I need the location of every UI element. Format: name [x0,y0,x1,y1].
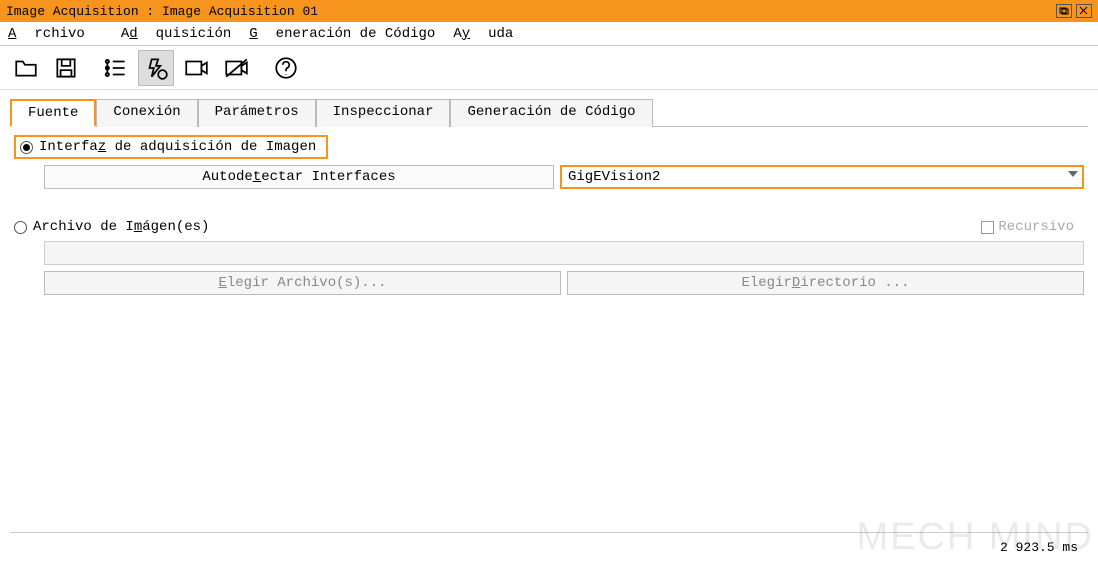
menu-generacion[interactable]: Generación de Código [249,26,435,42]
menu-archivo[interactable]: Archivo [8,26,103,42]
list-settings-icon[interactable] [98,50,134,86]
restore-icon[interactable] [1056,4,1072,18]
titlebar: Image Acquisition : Image Acquisition 01 [0,0,1098,22]
toolbar [0,46,1098,90]
menu-ayuda[interactable]: Ayuda [453,26,513,42]
window-title: Image Acquisition : Image Acquisition 01 [6,4,1052,19]
tab-inspeccionar[interactable]: Inspeccionar [316,99,451,127]
status-separator [10,532,1088,533]
tab-conexion[interactable]: Conexión [96,99,197,127]
radio-interface[interactable] [20,141,33,154]
radio-interface-label: Interfaz de adquisición de Imagen [39,139,316,155]
recursive-checkbox-wrap[interactable]: Recursivo [981,219,1074,235]
close-icon[interactable] [1076,4,1092,18]
live-icon[interactable] [218,50,254,86]
tab-generacion[interactable]: Generación de Código [450,99,652,127]
help-icon[interactable] [268,50,304,86]
open-icon[interactable] [8,50,44,86]
gear-lightning-icon[interactable] [138,50,174,86]
snap-icon[interactable] [178,50,214,86]
interface-dropdown-value: GigEVision2 [568,169,660,185]
menubar: Archivo Adquisición Generación de Código… [0,22,1098,46]
radio-file-label: Archivo de Imágen(es) [33,219,209,235]
tabstrip: Fuente Conexión Parámetros Inspeccionar … [0,90,1098,126]
chevron-down-icon [1068,171,1078,177]
recursive-checkbox[interactable] [981,221,994,234]
radio-interface-highlight: Interfaz de adquisición de Imagen [14,135,328,159]
choose-dir-button[interactable]: Elegir Directorio ... [567,271,1084,295]
choose-file-button[interactable]: Elegir Archivo(s)... [44,271,561,295]
interface-dropdown[interactable]: GigEVision2 [560,165,1084,189]
tab-fuente[interactable]: Fuente [10,99,96,127]
tab-parametros[interactable]: Parámetros [198,99,316,127]
autodetect-button[interactable]: Autodetectar Interfaces [44,165,554,189]
menu-adquisicion[interactable]: Adquisición [121,26,231,42]
file-path-input [44,241,1084,265]
status-text: 2 923.5 ms [1000,540,1078,555]
save-icon[interactable] [48,50,84,86]
recursive-label: Recursivo [998,219,1074,235]
tab-content: Interfaz de adquisición de Imagen Autode… [0,127,1098,307]
radio-file[interactable] [14,221,27,234]
